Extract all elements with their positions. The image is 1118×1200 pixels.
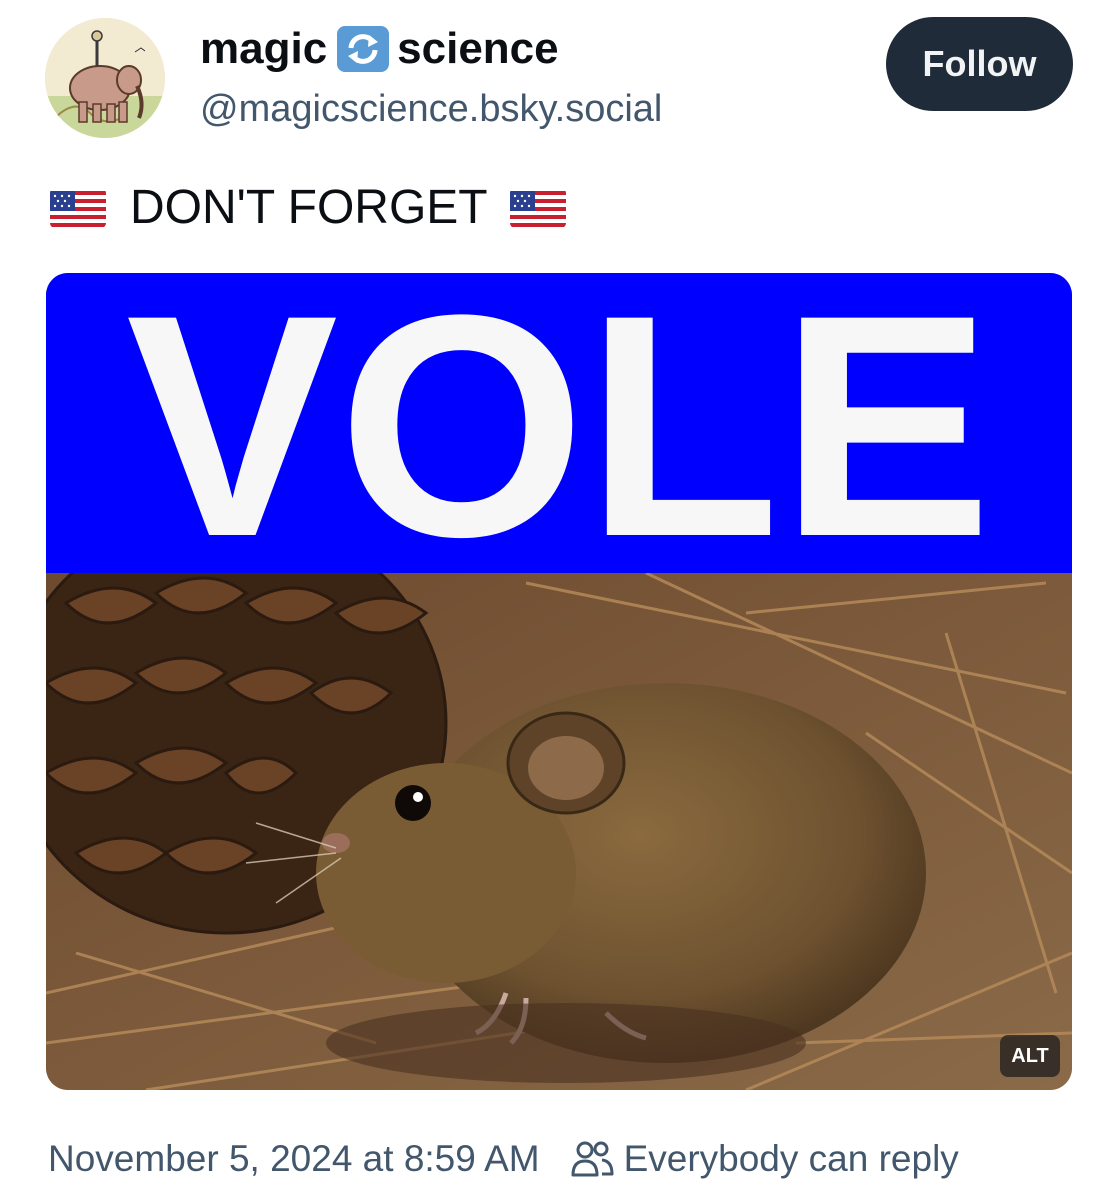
display-name[interactable]: magic science: [200, 22, 559, 76]
user-handle[interactable]: @magicscience.bsky.social: [200, 85, 662, 133]
banner-text: VOLE: [126, 273, 992, 573]
post-image[interactable]: VOLE ALT: [46, 273, 1072, 1090]
post-footer: November 5, 2024 at 8:59 AM Everybody ca…: [48, 1134, 959, 1184]
post-text: DON'T FORGET: [50, 180, 566, 236]
reply-setting: Everybody can reply: [623, 1138, 959, 1179]
people-icon: [570, 1139, 614, 1179]
avatar[interactable]: [45, 18, 165, 138]
display-name-right: science: [397, 24, 559, 73]
vole-photo: [46, 573, 1072, 1090]
counterclockwise-arrows-icon: [333, 26, 393, 72]
display-name-left: magic: [200, 24, 328, 73]
post-timestamp[interactable]: November 5, 2024 at 8:59 AM: [48, 1138, 540, 1180]
us-flag-icon: [50, 188, 106, 228]
elephant-cartoon-icon: [45, 18, 165, 138]
follow-button[interactable]: Follow: [886, 17, 1073, 111]
alt-text-badge[interactable]: ALT: [1000, 1035, 1060, 1077]
post-text-body: DON'T FORGET: [130, 181, 488, 234]
vole-banner: VOLE: [46, 273, 1072, 573]
us-flag-icon: [509, 188, 566, 228]
